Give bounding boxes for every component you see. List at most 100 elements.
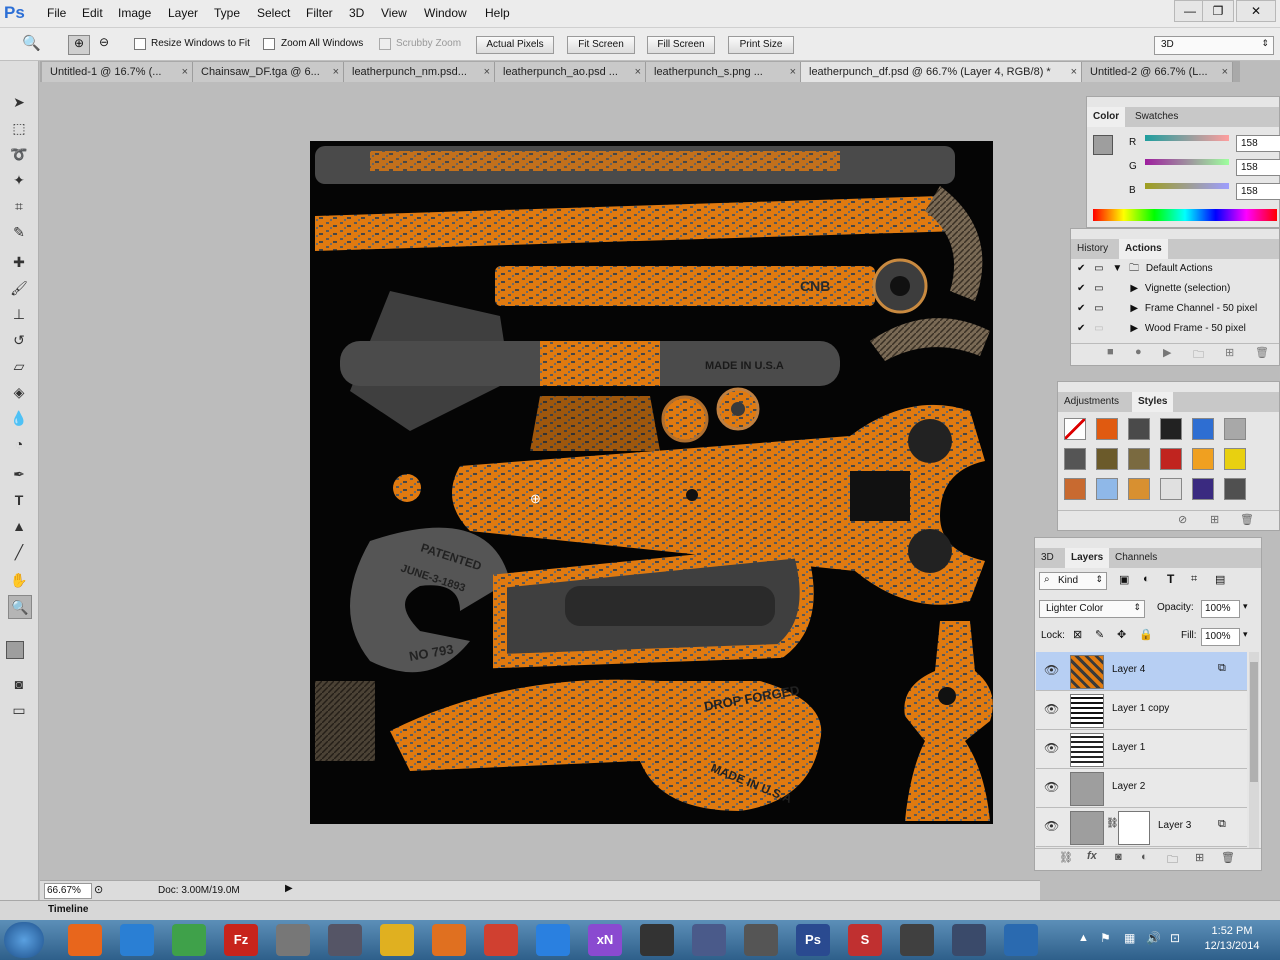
g-slider[interactable]: [1145, 159, 1229, 165]
layer-row-layer-3[interactable]: 👁 ⛓ Layer 3 ⧉: [1036, 808, 1247, 847]
media-icon[interactable]: [432, 924, 466, 956]
add-mask-icon[interactable]: ◙: [1115, 851, 1122, 863]
record-icon[interactable]: ●: [1135, 346, 1142, 358]
layer-row-layer-1-copy[interactable]: 👁 Layer 1 copy: [1036, 691, 1247, 730]
visibility-eye-icon[interactable]: 👁: [1044, 741, 1059, 755]
style-swatch[interactable]: [1128, 448, 1150, 470]
workspace-select[interactable]: 3D ⇕: [1154, 36, 1274, 55]
move-tool-icon[interactable]: ➤: [8, 91, 30, 113]
color-preview-swatch[interactable]: [1093, 135, 1113, 155]
fx-icon[interactable]: fx: [1087, 850, 1097, 862]
app-icon[interactable]: [952, 924, 986, 956]
visibility-eye-icon[interactable]: 👁: [1044, 663, 1059, 677]
tab-untitled-1[interactable]: Untitled-1 @ 16.7% (... ×: [42, 62, 193, 82]
style-swatch[interactable]: [1128, 478, 1150, 500]
lock-transparency-icon[interactable]: ⊠: [1073, 628, 1082, 641]
trash-icon[interactable]: 🗑: [1255, 346, 1269, 359]
opacity-input[interactable]: 100%: [1201, 600, 1240, 618]
pixel-filter-icon[interactable]: ▣: [1119, 573, 1129, 586]
action-row[interactable]: ✔ ▭ ▼ 🗀 Default Actions: [1077, 259, 1277, 279]
fill-input[interactable]: 100%: [1201, 628, 1240, 646]
style-swatch[interactable]: [1160, 448, 1182, 470]
status-menu-arrow-icon[interactable]: ▶: [285, 883, 293, 894]
lock-all-icon[interactable]: 🔒: [1139, 628, 1153, 641]
chrome-icon[interactable]: [172, 924, 206, 956]
crop-tool-icon[interactable]: ⌗: [8, 195, 30, 217]
brush-tool-icon[interactable]: 🖌: [8, 277, 30, 299]
action-row[interactable]: ✔ ▭ ▶ Wood Frame - 50 pixel: [1077, 319, 1277, 339]
tray-volume-icon[interactable]: 🔊: [1146, 931, 1161, 945]
tab-close-icon[interactable]: ×: [635, 62, 641, 82]
style-swatch[interactable]: [1224, 418, 1246, 440]
zoom-out-icon[interactable]: ⊖: [94, 35, 114, 53]
app-icon[interactable]: [1004, 924, 1038, 956]
new-layer-icon[interactable]: ⊞: [1195, 851, 1204, 864]
style-swatch[interactable]: [1096, 448, 1118, 470]
adjustment-layer-icon[interactable]: ◐: [1141, 851, 1148, 863]
visibility-eye-icon[interactable]: 👁: [1044, 702, 1059, 716]
app-icon[interactable]: [328, 924, 362, 956]
style-swatch[interactable]: [1160, 478, 1182, 500]
foreground-color-swatch[interactable]: [6, 641, 24, 659]
tab-untitled-2[interactable]: Untitled-2 @ 66.7% (L... ×: [1082, 62, 1233, 82]
tab-history[interactable]: History: [1071, 239, 1114, 259]
app-icon[interactable]: [484, 924, 518, 956]
tray-app-icon[interactable]: ⊡: [1170, 931, 1180, 945]
type-filter-icon[interactable]: T: [1167, 572, 1174, 586]
app-icon[interactable]: [900, 924, 934, 956]
restore-button[interactable]: ❐: [1202, 0, 1234, 22]
menu-file[interactable]: File: [47, 6, 66, 20]
b-slider[interactable]: [1145, 183, 1229, 189]
menu-3d[interactable]: 3D: [349, 6, 364, 20]
explorer-icon[interactable]: [380, 924, 414, 956]
fill-dropdown-icon[interactable]: ▾: [1243, 629, 1248, 640]
menu-select[interactable]: Select: [257, 6, 290, 20]
zbrush-icon[interactable]: [744, 924, 778, 956]
menu-edit[interactable]: Edit: [82, 6, 103, 20]
taskbar-clock[interactable]: 1:52 PM 12/13/2014: [1192, 924, 1272, 956]
trash-icon[interactable]: 🗑: [1240, 513, 1254, 526]
style-swatch[interactable]: [1064, 478, 1086, 500]
layer-row-layer-2[interactable]: 👁 Layer 2: [1036, 769, 1247, 808]
photoshop-icon[interactable]: Ps: [796, 924, 830, 956]
tab-actions[interactable]: Actions: [1119, 239, 1168, 259]
eyedropper-tool-icon[interactable]: ✎: [8, 221, 30, 243]
style-swatch[interactable]: [1096, 418, 1118, 440]
style-swatch[interactable]: [1064, 448, 1086, 470]
lock-image-icon[interactable]: ✎: [1095, 628, 1104, 641]
clear-style-icon[interactable]: ⊘: [1178, 513, 1187, 526]
fit-screen-button[interactable]: Fit Screen: [567, 36, 635, 54]
tab-color[interactable]: Color: [1087, 107, 1126, 127]
visibility-eye-icon[interactable]: 👁: [1044, 780, 1059, 794]
close-button[interactable]: ✕: [1236, 0, 1276, 22]
tab-close-icon[interactable]: ×: [484, 62, 490, 82]
ie-icon[interactable]: [120, 924, 154, 956]
menu-filter[interactable]: Filter: [306, 6, 333, 20]
smart-object-filter-icon[interactable]: ▤: [1215, 573, 1225, 586]
new-group-icon[interactable]: 🗀: [1167, 851, 1178, 870]
dropbox-icon[interactable]: [536, 924, 570, 956]
pen-tool-icon[interactable]: ✒: [8, 463, 30, 485]
menu-layer[interactable]: Layer: [168, 6, 198, 20]
paint-bucket-tool-icon[interactable]: ◈: [8, 381, 30, 403]
tray-network-icon[interactable]: ▦: [1124, 931, 1135, 945]
layer-mask-thumbnail[interactable]: [1118, 811, 1150, 845]
xnview-icon[interactable]: xN: [588, 924, 622, 956]
opacity-dropdown-icon[interactable]: ▾: [1243, 601, 1248, 612]
tray-flag-icon[interactable]: ⚑: [1100, 931, 1111, 945]
style-swatch[interactable]: [1192, 418, 1214, 440]
shape-filter-icon[interactable]: ⌗: [1191, 573, 1197, 586]
layer-filter-kind-select[interactable]: ⌕ Kind ⇕: [1039, 572, 1107, 590]
timeline-tab[interactable]: Timeline: [48, 904, 88, 915]
layer-row-layer-4[interactable]: 👁 Layer 4 ⧉: [1036, 652, 1247, 691]
dodge-tool-icon[interactable]: ◔: [8, 433, 30, 455]
style-swatch[interactable]: [1224, 448, 1246, 470]
blur-tool-icon[interactable]: 💧: [8, 407, 30, 429]
fill-screen-button[interactable]: Fill Screen: [647, 36, 715, 54]
filezilla-icon[interactable]: Fz: [224, 924, 258, 956]
status-info-icon[interactable]: ⊙: [94, 883, 103, 896]
app-icon[interactable]: [692, 924, 726, 956]
app-icon[interactable]: [640, 924, 674, 956]
link-layers-icon[interactable]: ⛓: [1059, 851, 1073, 864]
new-set-icon[interactable]: 🗀: [1193, 346, 1204, 365]
